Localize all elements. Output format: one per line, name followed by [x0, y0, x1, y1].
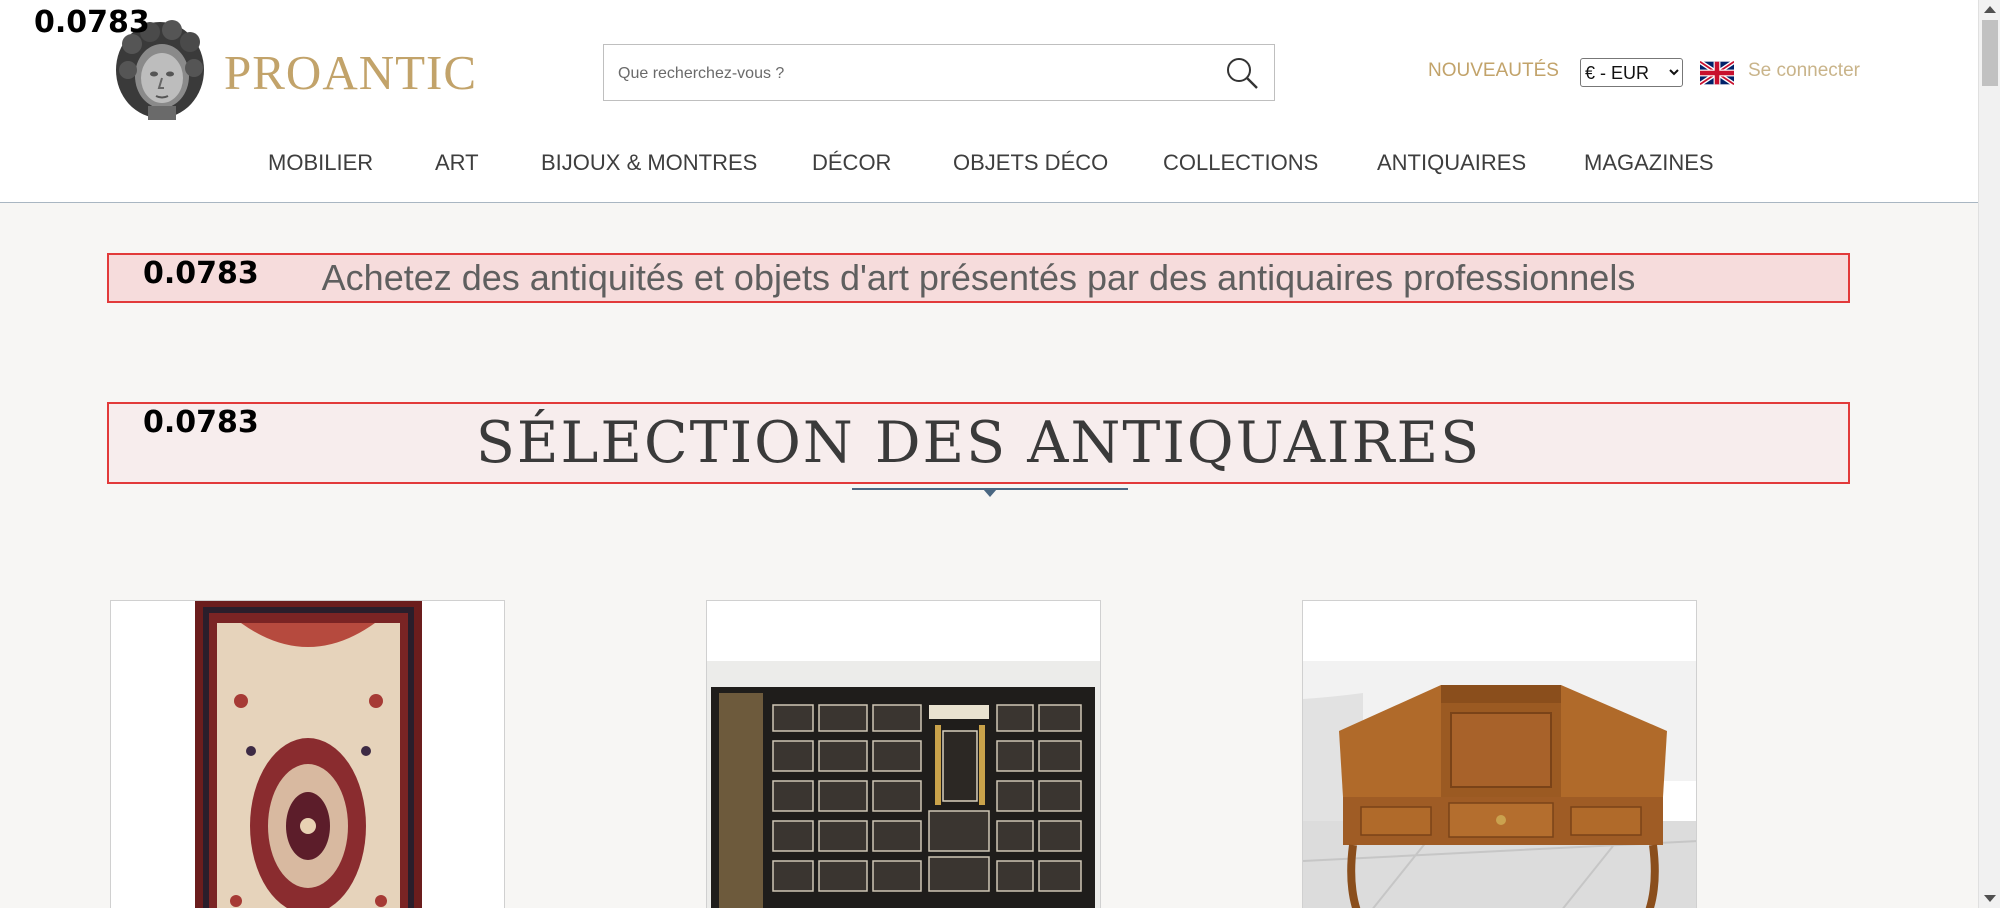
- score-badge: 0.0783: [143, 256, 259, 291]
- nav-item-antiquaires[interactable]: ANTIQUAIRES: [1377, 150, 1526, 176]
- score-badge: 0.0783: [34, 5, 150, 40]
- login-link[interactable]: Se connecter: [1748, 60, 1860, 82]
- nav-item-bijoux-montres[interactable]: BIJOUX & MONTRES: [541, 150, 757, 176]
- nav-item-mobilier[interactable]: MOBILIER: [268, 150, 373, 176]
- product-card[interactable]: [706, 600, 1101, 908]
- scroll-up-arrow-icon[interactable]: [1984, 6, 1996, 13]
- search-icon[interactable]: [1224, 55, 1260, 91]
- vertical-scrollbar[interactable]: [1978, 0, 2000, 908]
- score-badge: 0.0783: [143, 405, 259, 440]
- section-title: SÉLECTION DES ANTIQUAIRES: [475, 410, 1482, 476]
- search-input[interactable]: [616, 45, 1200, 102]
- wooden-dressing-table-image: [1303, 601, 1696, 908]
- nav-item-objets-deco[interactable]: OBJETS DÉCO: [953, 150, 1108, 176]
- main-nav: MOBILIER ART BIJOUX & MONTRES DÉCOR OBJE…: [0, 150, 1978, 180]
- persian-rug-image: [111, 601, 504, 908]
- scroll-down-arrow-icon[interactable]: [1984, 895, 1996, 902]
- tagline-text: Achetez des antiquités et objets d'art p…: [321, 257, 1636, 298]
- currency-select[interactable]: € - EUR: [1580, 58, 1683, 87]
- site-header: PROANTIC NOUVEAUTÉS € - EUR Se connecter…: [0, 0, 1978, 203]
- nav-item-decor[interactable]: DÉCOR: [812, 150, 891, 176]
- search-box: [603, 44, 1275, 102]
- page: PROANTIC NOUVEAUTÉS € - EUR Se connecter…: [0, 0, 1978, 908]
- product-card[interactable]: [1302, 600, 1697, 908]
- title-divider-arrow: [983, 489, 997, 497]
- nav-item-collections[interactable]: COLLECTIONS: [1163, 150, 1318, 176]
- new-arrivals-link[interactable]: NOUVEAUTÉS: [1428, 60, 1559, 82]
- product-card[interactable]: [110, 600, 505, 908]
- section-title-banner: SÉLECTION DES ANTIQUAIRES: [107, 402, 1850, 484]
- tagline-banner: Achetez des antiquités et objets d'art p…: [107, 253, 1850, 303]
- nav-item-art[interactable]: ART: [435, 150, 479, 176]
- inlaid-cabinet-image: [707, 601, 1100, 908]
- brand-name[interactable]: PROANTIC: [224, 44, 477, 101]
- scrollbar-thumb[interactable]: [1982, 20, 1998, 86]
- nav-item-magazines[interactable]: MAGAZINES: [1584, 150, 1714, 176]
- uk-flag-icon[interactable]: [1700, 61, 1734, 85]
